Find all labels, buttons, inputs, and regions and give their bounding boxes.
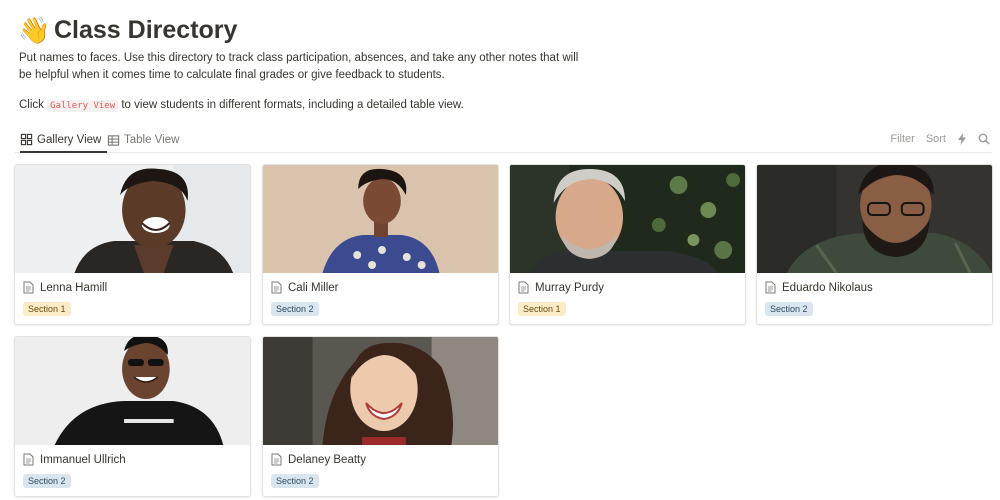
student-name-text: Delaney Beatty (288, 453, 366, 466)
student-name-text: Cali Miller (288, 281, 339, 294)
student-card[interactable]: Murray Purdy Section 1 (509, 164, 746, 325)
search-icon[interactable] (978, 133, 990, 145)
student-photo (510, 165, 745, 273)
section-tag: Section 2 (271, 302, 319, 316)
page-icon (271, 281, 282, 294)
student-photo (15, 165, 250, 273)
section-tag: Section 2 (765, 302, 813, 316)
view-actions: Filter Sort (879, 128, 990, 150)
tab-table-view[interactable]: Table View (107, 128, 179, 152)
page-icon (23, 281, 34, 294)
tab-gallery-view[interactable]: Gallery View (20, 128, 108, 153)
instruction-prefix: Click (19, 99, 44, 111)
student-card[interactable]: Eduardo Nikolaus Section 2 (756, 164, 993, 325)
table-icon (107, 134, 120, 146)
student-photo (263, 337, 498, 445)
student-photo (15, 337, 250, 445)
section-tag: Section 1 (518, 302, 566, 316)
waving-hand-icon: 👋 (18, 15, 51, 45)
inline-code: Gallery View (47, 100, 119, 112)
instruction-suffix: to view students in different formats, i… (121, 99, 464, 111)
section-tag: Section 1 (23, 302, 71, 316)
instruction-line: Click Gallery View to view students in d… (19, 97, 464, 114)
sort-button[interactable]: Sort (926, 133, 946, 145)
student-name: Delaney Beatty (271, 453, 366, 466)
student-photo (263, 165, 498, 273)
page-header: 👋 Class Directory (18, 14, 237, 46)
lightning-icon[interactable] (957, 133, 967, 145)
page-icon (518, 281, 529, 294)
student-name: Immanuel Ullrich (23, 453, 126, 466)
section-tag: Section 2 (271, 474, 319, 488)
student-card[interactable]: Cali Miller Section 2 (262, 164, 499, 325)
tab-label: Table View (124, 134, 180, 146)
student-name-text: Murray Purdy (535, 281, 605, 294)
student-card[interactable]: Delaney Beatty Section 2 (262, 336, 499, 497)
student-name-text: Immanuel Ullrich (40, 453, 126, 466)
view-tabs: Gallery View Table View (15, 128, 992, 153)
student-name: Cali Miller (271, 281, 338, 294)
student-name: Murray Purdy (518, 281, 604, 294)
student-card[interactable]: Lenna Hamill Section 1 (14, 164, 251, 325)
filter-button[interactable]: Filter (890, 133, 914, 145)
student-name: Lenna Hamill (23, 281, 107, 294)
student-photo (757, 165, 992, 273)
page-icon (23, 453, 34, 466)
page-icon (765, 281, 776, 294)
section-tag: Section 2 (23, 474, 71, 488)
tab-label: Gallery View (37, 133, 102, 146)
student-name: Eduardo Nikolaus (765, 281, 873, 294)
page-description: Put names to faces. Use this directory t… (19, 52, 579, 81)
page-icon (271, 453, 282, 466)
gallery-icon (20, 133, 33, 146)
student-name-text: Eduardo Nikolaus (782, 281, 873, 294)
student-name-text: Lenna Hamill (40, 281, 108, 294)
page-title: Class Directory (54, 15, 238, 44)
student-card[interactable]: Immanuel Ullrich Section 2 (14, 336, 251, 497)
